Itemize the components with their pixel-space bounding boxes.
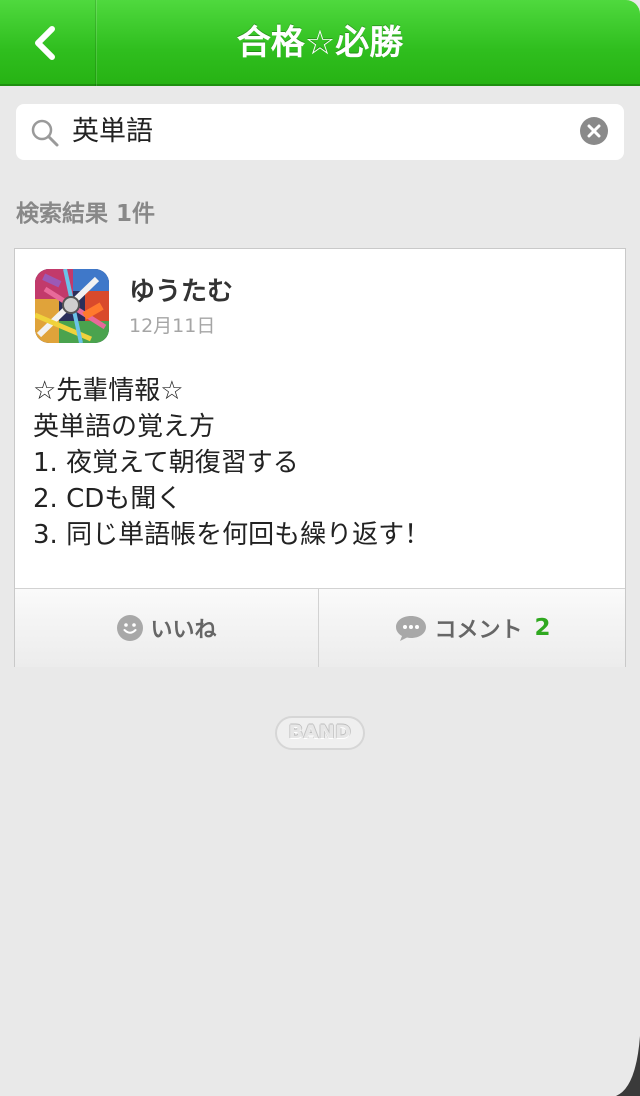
back-button[interactable] bbox=[0, 0, 96, 86]
like-label: いいね bbox=[150, 618, 217, 643]
post-line: ☆先輩情報☆ bbox=[33, 376, 184, 406]
post-line: 1. 夜覚えて朝復習する bbox=[33, 448, 299, 478]
comment-bubble-icon bbox=[396, 616, 427, 641]
page-title: 合格☆必勝 bbox=[236, 23, 404, 63]
clear-search-button[interactable] bbox=[580, 117, 608, 145]
post-date: 12月11日 bbox=[129, 315, 216, 337]
app-header: 合格☆必勝 bbox=[0, 0, 640, 86]
avatar[interactable] bbox=[35, 269, 109, 343]
clear-icon bbox=[587, 124, 601, 138]
comment-count: 2 bbox=[534, 615, 551, 641]
post-line: 2. CDも聞く bbox=[33, 484, 183, 514]
search-icon bbox=[31, 119, 59, 147]
comment-button[interactable]: コメント 2 bbox=[320, 589, 625, 667]
smiley-icon bbox=[117, 615, 144, 641]
post-card[interactable]: ゆうたむ 12月11日 ☆先輩情報☆ 英単語の覚え方 1. 夜覚えて朝復習する … bbox=[14, 248, 626, 667]
comment-label: コメント bbox=[434, 618, 523, 643]
post-line: 3. 同じ単語帳を何回も繰り返す！ bbox=[33, 520, 431, 550]
post-actions: いいね コメント 2 bbox=[15, 588, 625, 667]
author-name[interactable]: ゆうたむ bbox=[129, 271, 233, 308]
post-body: ☆先輩情報☆ 英単語の覚え方 1. 夜覚えて朝復習する 2. CDも聞く 3. … bbox=[33, 373, 430, 553]
corner-shadow bbox=[616, 1036, 640, 1096]
search-result-count: 検索結果 1件 bbox=[16, 201, 156, 227]
like-button[interactable]: いいね bbox=[15, 589, 319, 667]
search-bar[interactable]: 英単語 bbox=[16, 104, 624, 160]
band-logo: BAND bbox=[275, 716, 365, 750]
post-line: 英単語の覚え方 bbox=[33, 412, 216, 442]
chevron-left-icon bbox=[35, 26, 55, 60]
search-input[interactable]: 英単語 bbox=[72, 104, 153, 160]
